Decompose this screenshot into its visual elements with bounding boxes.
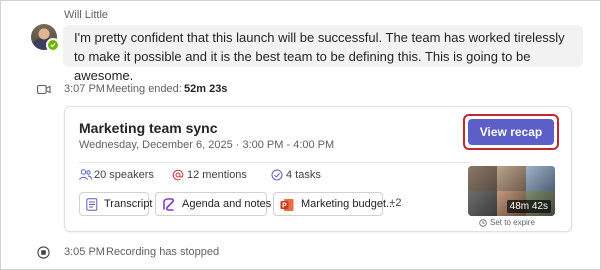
view-recap-button[interactable]: View recap	[468, 119, 554, 145]
transcript-icon	[86, 198, 98, 214]
file-label-marketing-budget: Marketing budget...	[301, 198, 396, 210]
clock-icon	[479, 219, 487, 227]
file-chip-agenda[interactable]: Agenda and notes	[155, 192, 271, 216]
video-camera-icon	[37, 84, 51, 98]
tasks-count: 4 tasks	[286, 169, 321, 181]
powerpoint-icon: P	[280, 198, 294, 215]
recording-duration: 48m 42s	[506, 200, 551, 213]
file-chip-transcript[interactable]: Transcript	[79, 192, 153, 216]
participant-tile	[526, 166, 555, 191]
recording-stopped-time: 3:05 PM	[64, 246, 105, 258]
sender-name: Will Little	[64, 9, 109, 21]
meeting-recap-card[interactable]: Marketing team sync Wednesday, December …	[64, 106, 572, 232]
avatar[interactable]	[31, 24, 60, 52]
presence-available-icon	[46, 38, 60, 52]
more-files-count[interactable]: +2	[389, 197, 402, 209]
meeting-duration: 52m 23s	[184, 83, 228, 95]
card-subtitle: Wednesday, December 6, 2025 · 3:00 PM - …	[79, 139, 335, 151]
loop-icon	[162, 198, 175, 214]
recording-stopped-label: Recording has stopped	[106, 246, 220, 258]
record-stop-icon	[37, 246, 50, 262]
participant-tile	[468, 166, 497, 191]
card-divider	[79, 162, 469, 163]
recording-thumbnail[interactable]: 48m 42s	[468, 166, 555, 216]
file-label-transcript: Transcript	[104, 198, 153, 210]
file-label-agenda: Agenda and notes	[182, 198, 272, 210]
task-check-icon	[271, 169, 283, 181]
message-bubble: I'm pretty confident that this launch wi…	[63, 25, 583, 83]
speakers-count: 20 speakers	[94, 169, 154, 181]
meeting-ended-label: Meeting ended:	[106, 83, 182, 95]
svg-text:P: P	[282, 203, 287, 210]
mention-icon	[172, 169, 184, 181]
file-chip-marketing-budget[interactable]: P Marketing budget...	[273, 192, 395, 216]
expire-label: Set to expire	[490, 218, 535, 227]
card-title: Marketing team sync	[79, 120, 218, 136]
participant-tile	[468, 191, 497, 216]
mentions-count: 12 mentions	[187, 169, 247, 181]
meeting-ended-time: 3:07 PM	[64, 83, 105, 95]
speakers-icon	[79, 169, 92, 181]
participant-tile	[497, 166, 526, 191]
